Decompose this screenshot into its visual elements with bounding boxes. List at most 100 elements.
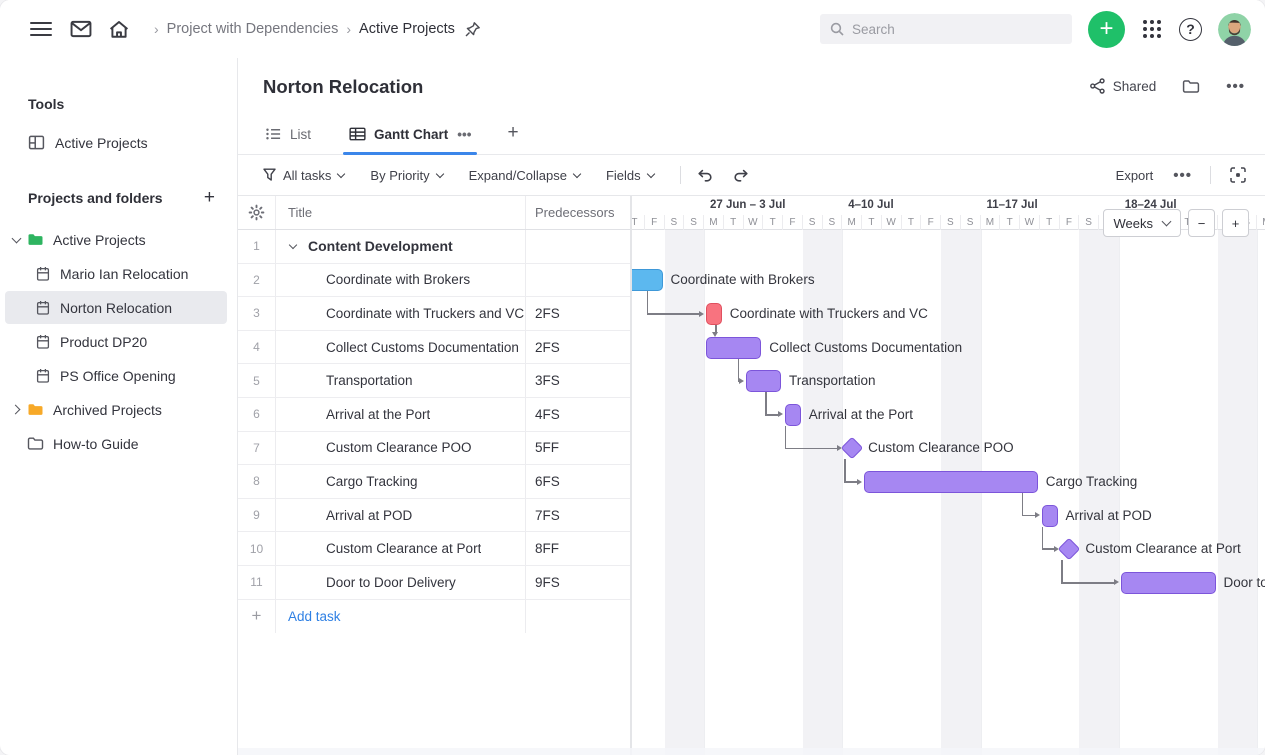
weekend-band <box>665 230 685 755</box>
task-title-cell[interactable]: Custom Clearance POO <box>276 432 526 465</box>
folder-icon[interactable] <box>1182 78 1200 94</box>
predecessor-cell[interactable]: 4FS <box>526 398 630 431</box>
sidebar-item-how-to-guide[interactable]: How-to Guide <box>5 427 227 460</box>
table-row-custom-clearance-at-port[interactable]: 10Custom Clearance at Port8FF <box>238 532 630 566</box>
task-title-cell[interactable]: Custom Clearance at Port <box>276 532 526 565</box>
gantt-bar-arrival-at-pod[interactable] <box>1042 505 1058 527</box>
add-view-button[interactable]: + <box>507 122 518 154</box>
column-header-title[interactable]: Title <box>276 196 526 229</box>
predecessor-cell[interactable]: 6FS <box>526 465 630 498</box>
column-header-predecessors[interactable]: Predecessors <box>526 196 630 229</box>
task-title-cell[interactable]: Collect Customs Documentation <box>276 331 526 364</box>
add-project-button[interactable]: + <box>204 187 215 209</box>
sidebar-item-archived-projects[interactable]: Archived Projects <box>5 393 227 426</box>
search-input[interactable]: Search <box>820 14 1072 44</box>
table-row-content-development[interactable]: 1Content Development <box>238 230 630 264</box>
horizontal-scrollbar[interactable] <box>238 748 1265 755</box>
table-row-cargo-tracking[interactable]: 8Cargo Tracking6FS <box>238 465 630 499</box>
timescale-dropdown[interactable]: Weeks <box>1103 209 1182 237</box>
predecessor-cell[interactable]: 2FS <box>526 297 630 330</box>
table-row-collect-customs-documentation[interactable]: 4Collect Customs Documentation2FS <box>238 331 630 365</box>
task-title-cell[interactable]: Cargo Tracking <box>276 465 526 498</box>
filter-all-tasks-dropdown[interactable]: All tasks <box>263 168 344 183</box>
predecessor-cell[interactable] <box>526 230 630 263</box>
table-row-arrival-at-the-port[interactable]: 6Arrival at the Port4FS <box>238 398 630 432</box>
sidebar-item-product-dp20[interactable]: Product DP20 <box>5 325 227 358</box>
task-title-cell[interactable]: Coordinate with Truckers and VC <box>276 297 526 330</box>
gantt-bar-collect-customs-documentation[interactable] <box>706 337 761 359</box>
task-title-cell[interactable]: Arrival at the Port <box>276 398 526 431</box>
tab-list[interactable]: List <box>263 126 313 154</box>
predecessor-cell[interactable]: 3FS <box>526 364 630 397</box>
table-row-custom-clearance-poo[interactable]: 7Custom Clearance POO5FF <box>238 432 630 466</box>
fields-dropdown[interactable]: Fields <box>606 168 654 183</box>
gantt-milestone-custom-clearance-at-port[interactable] <box>1058 538 1081 561</box>
day-header-cell: S <box>823 215 843 230</box>
task-title-cell[interactable]: Coordinate with Brokers <box>276 264 526 297</box>
tab-gantt-chart[interactable]: Gantt Chart ••• <box>347 126 473 154</box>
sidebar-item-norton-relocation[interactable]: Norton Relocation <box>5 291 227 324</box>
expand-collapse-dropdown[interactable]: Expand/Collapse <box>469 168 580 183</box>
create-new-button[interactable]: + <box>1088 11 1125 48</box>
task-title-cell[interactable]: Content Development <box>276 230 526 263</box>
help-icon[interactable]: ? <box>1179 18 1202 41</box>
table-row-door-to-door-delivery[interactable]: 11Door to Door Delivery9FS <box>238 566 630 600</box>
predecessor-cell[interactable]: 8FF <box>526 532 630 565</box>
table-settings-cell[interactable] <box>238 196 276 229</box>
dependency-line <box>844 459 846 482</box>
user-avatar[interactable] <box>1218 13 1251 46</box>
add-task-button[interactable]: Add task <box>276 600 526 634</box>
gantt-bar-coordinate-with-truckers-and-vc[interactable] <box>706 303 722 325</box>
gantt-bar-door-to-door-delivery[interactable] <box>1121 572 1216 594</box>
predecessor-cell[interactable]: 9FS <box>526 566 630 599</box>
toolbar-more-icon[interactable]: ••• <box>1173 168 1192 183</box>
filter-icon <box>263 168 276 182</box>
day-header-cell: F <box>1060 215 1080 230</box>
chevron-down-icon[interactable] <box>290 241 300 251</box>
zoom-out-button[interactable]: − <box>1188 209 1215 237</box>
breadcrumb-item-parent[interactable]: Project with Dependencies <box>167 21 339 37</box>
redo-button[interactable] <box>732 168 749 183</box>
predecessor-cell[interactable]: 2FS <box>526 331 630 364</box>
apps-grid-icon[interactable] <box>1143 20 1161 38</box>
tab-options-icon[interactable]: ••• <box>457 127 471 142</box>
gantt-bar-transportation[interactable] <box>746 370 782 392</box>
inbox-icon[interactable] <box>70 19 92 39</box>
breadcrumb-item-current[interactable]: Active Projects <box>359 21 455 37</box>
chevron-right-icon[interactable] <box>5 406 27 413</box>
table-row-coordinate-with-brokers[interactable]: 2Coordinate with Brokers <box>238 264 630 298</box>
pin-icon[interactable] <box>464 21 481 38</box>
more-options-icon[interactable]: ••• <box>1226 79 1245 94</box>
gantt-milestone-custom-clearance-poo[interactable] <box>841 437 864 460</box>
task-title-cell[interactable]: Arrival at POD <box>276 499 526 532</box>
table-row-arrival-at-pod[interactable]: 9Arrival at POD7FS <box>238 499 630 533</box>
row-number: 3 <box>238 297 276 330</box>
sidebar-item-ps-office-opening[interactable]: PS Office Opening <box>5 359 227 392</box>
week-separator <box>704 230 705 755</box>
predecessor-cell[interactable] <box>526 264 630 297</box>
zoom-in-button[interactable]: + <box>1222 209 1249 237</box>
shared-button[interactable]: Shared <box>1089 78 1157 94</box>
by-priority-dropdown[interactable]: By Priority <box>370 168 442 183</box>
add-task-row[interactable]: + Add task <box>238 600 630 634</box>
chevron-down-icon[interactable] <box>5 238 27 242</box>
predecessor-cell[interactable]: 7FS <box>526 499 630 532</box>
gantt-task-label: Coordinate with Truckers and VC <box>730 306 928 321</box>
task-title-cell[interactable]: Door to Door Delivery <box>276 566 526 599</box>
table-row-transportation[interactable]: 5Transportation3FS <box>238 364 630 398</box>
fullscreen-icon[interactable] <box>1229 166 1247 184</box>
day-header-cell: W <box>1020 215 1040 230</box>
gantt-bar-coordinate-with-brokers[interactable] <box>632 269 663 291</box>
undo-button[interactable] <box>697 168 714 183</box>
hamburger-menu-icon[interactable] <box>30 22 52 36</box>
sidebar-item-mario-ian-relocation[interactable]: Mario Ian Relocation <box>5 257 227 290</box>
export-button[interactable]: Export <box>1116 168 1154 183</box>
gantt-bar-arrival-at-the-port[interactable] <box>785 404 801 426</box>
predecessor-cell[interactable]: 5FF <box>526 432 630 465</box>
gantt-bar-cargo-tracking[interactable] <box>864 471 1038 493</box>
table-row-coordinate-with-truckers-and-vc[interactable]: 3Coordinate with Truckers and VC2FS <box>238 297 630 331</box>
task-title-cell[interactable]: Transportation <box>276 364 526 397</box>
home-icon[interactable] <box>108 19 130 40</box>
sidebar-item-active-projects-tool[interactable]: Active Projects <box>5 126 227 159</box>
sidebar-item-active-projects[interactable]: Active Projects <box>5 223 227 256</box>
